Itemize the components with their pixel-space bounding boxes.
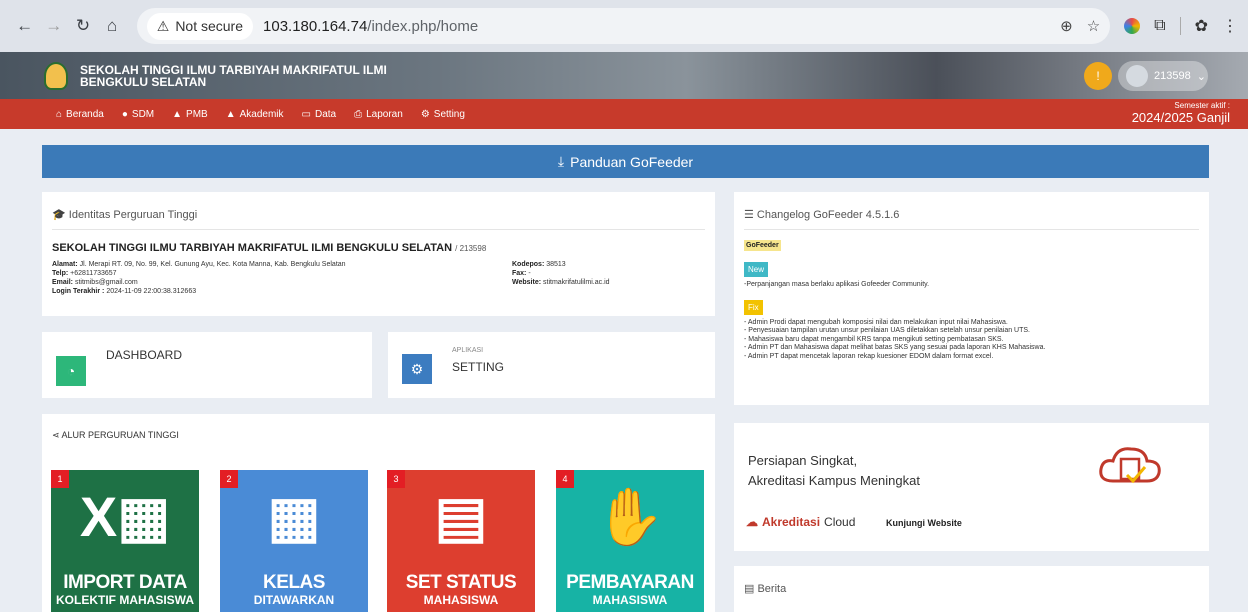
campus-logo (44, 61, 68, 90)
step-pembayaran[interactable]: 4 ✋ PEMBAYARAN MAHASISWA (556, 470, 704, 612)
step-set-status[interactable]: 3 ▤ SET STATUS MAHASISWA (387, 470, 535, 612)
browser-toolbar: ← → ↻ ⌂ ⚠ Not secure 103.180.164.74/inde… (0, 0, 1248, 52)
menu-item-setting[interactable]: ⚙ Setting (421, 109, 465, 120)
active-semester: Semester aktif : 2024/2025 Ganjil (1131, 101, 1230, 125)
graduation-cap-icon: ▲ (225, 108, 236, 120)
download-icon: ⤓ (557, 153, 565, 169)
avatar (1126, 65, 1148, 87)
site-header: SEKOLAH TINGGI ILMU TARBIYAH MAKRIFATUL … (0, 52, 1248, 99)
alur-card: ⋖ ALUR PERGURUAN TINGGI 1 X▦ IMPORT DATA… (42, 414, 715, 612)
step-import-data[interactable]: 1 X▦ IMPORT DATA KOLEKTIF MAHASISWA (51, 470, 199, 612)
main-menu: ⌂ Beranda ● SDM ▲ PMB ▲ Akademik ▭ Data ⎙ Lapo… (0, 99, 1248, 129)
home-icon[interactable]: ⌂ (98, 11, 127, 41)
extension-icon[interactable] (1124, 18, 1141, 34)
pt-name: SEKOLAH TINGGI ILMU TARBIYAH MAKRIFATUL … (52, 242, 487, 254)
payment-icon: ✋ (595, 485, 665, 548)
gauge-icon: ◔ (56, 356, 86, 386)
graduation-cap-icon: ▲ (172, 108, 183, 120)
menu-kebab-icon[interactable]: ⋮ (1222, 16, 1238, 36)
excel-icon: X▦ (79, 485, 171, 548)
notification-icon[interactable]: ! (1084, 62, 1112, 90)
berita-card: ▤ Berita (734, 566, 1209, 612)
fix-badge: Fix (744, 299, 763, 315)
panduan-button[interactable]: ⤓ Panduan GoFeeder (42, 145, 1209, 178)
identitas-right: Kodepos: 38513 Fax: - Website: stitmakri… (512, 261, 610, 286)
menu-item-sdm[interactable]: ● SDM (122, 109, 154, 120)
dashboard-tile[interactable]: ◔ DASHBOARD (42, 332, 372, 398)
document-user-icon: ▤ (434, 485, 488, 548)
calendar-icon: ▦ (267, 485, 321, 548)
setting-tile[interactable]: ⚙ APLIKASI SETTING (388, 332, 715, 398)
menu-item-pmb[interactable]: ▲ PMB (172, 109, 208, 120)
user-menu[interactable]: 213598 ⌄ (1118, 61, 1208, 91)
back-icon[interactable]: ← (10, 11, 39, 41)
new-badge: New (744, 262, 769, 277)
profile-icon[interactable]: ✿ (1195, 16, 1208, 36)
akreditasi-cloud-logo: ☁ Akreditasi Cloud (746, 515, 856, 529)
identitas-left: Alamat: Jl. Merapi RT. 09, No. 99, Kel. … (52, 261, 346, 295)
berita-heading: ▤ Berita (744, 583, 787, 595)
changelog-heading: ☰ Changelog GoFeeder 4.5.1.6 (744, 192, 1199, 230)
reload-icon[interactable]: ↻ (68, 11, 97, 41)
cloud-icon: ☁ (746, 515, 758, 529)
menu-item-akademik[interactable]: ▲ Akademik (226, 109, 284, 120)
bookmark-star-icon[interactable]: ☆ (1087, 17, 1100, 35)
site-title: SEKOLAH TINGGI ILMU TARBIYAH MAKRIFATUL … (80, 62, 387, 89)
identitas-heading: 🎓 Identitas Perguruan Tinggi (52, 192, 705, 230)
forward-icon[interactable]: → (39, 11, 68, 41)
fix-item: - Admin PT dan Mahasiswa dapat melihat b… (744, 344, 1046, 351)
user-icon: ● (121, 108, 128, 120)
gear-icon: ⚙ (420, 108, 430, 120)
address-bar[interactable]: ⚠ Not secure 103.180.164.74/index.php/ho… (136, 8, 1111, 44)
step-kelas[interactable]: 2 ▦ KELAS DITAWARKAN (220, 470, 368, 612)
printer-icon: ⎙ (354, 108, 363, 120)
visit-website-link[interactable]: Kunjungi Website (886, 518, 962, 528)
alur-heading: ⋖ ALUR PERGURUAN TINGGI (52, 430, 179, 440)
gofeeder-tag: GoFeeder (744, 240, 781, 251)
fix-item: - Admin Prodi dapat mengubah komposisi n… (744, 318, 1008, 326)
home-icon: ⌂ (56, 108, 63, 120)
chevron-down-icon: ⌄ (1196, 70, 1206, 83)
fix-item: - Admin PT dapat mencetak laporan rekap … (744, 352, 994, 360)
akreditasi-promo: Persiapan Singkat, Akreditasi Kampus Men… (734, 423, 1209, 551)
identitas-card: 🎓 Identitas Perguruan Tinggi SEKOLAH TIN… (42, 192, 715, 316)
security-chip[interactable]: ⚠ Not secure (146, 12, 254, 40)
warning-icon: ⚠ (156, 17, 170, 34)
menu-item-beranda[interactable]: ⌂ Beranda (56, 109, 104, 120)
fix-item: - Mahasiswa baru dapat mengambil KRS tan… (744, 335, 1004, 343)
cloud-check-icon (1099, 447, 1161, 484)
fix-item: - Penyesuaian tampilan urutan unsur peni… (744, 327, 1031, 334)
divider (1179, 17, 1181, 35)
menu-item-data[interactable]: ▭ Data (302, 109, 337, 120)
zoom-icon[interactable]: ⊕ (1060, 17, 1073, 35)
new-item: -Perpanjangan masa berlaku aplikasi Gofe… (744, 281, 930, 288)
url-text[interactable]: 103.180.164.74/index.php/home (263, 18, 478, 35)
promo-text: Persiapan Singkat, Akreditasi Kampus Men… (748, 453, 920, 488)
changelog-card: ☰ Changelog GoFeeder 4.5.1.6 GoFeeder Ne… (734, 192, 1209, 405)
menu-item-laporan[interactable]: ⎙ Laporan (354, 109, 403, 120)
folder-icon: ▭ (301, 108, 311, 120)
puzzle-icon[interactable]: ⧉ (1154, 17, 1165, 35)
gear-icon: ⚙ (402, 354, 432, 384)
